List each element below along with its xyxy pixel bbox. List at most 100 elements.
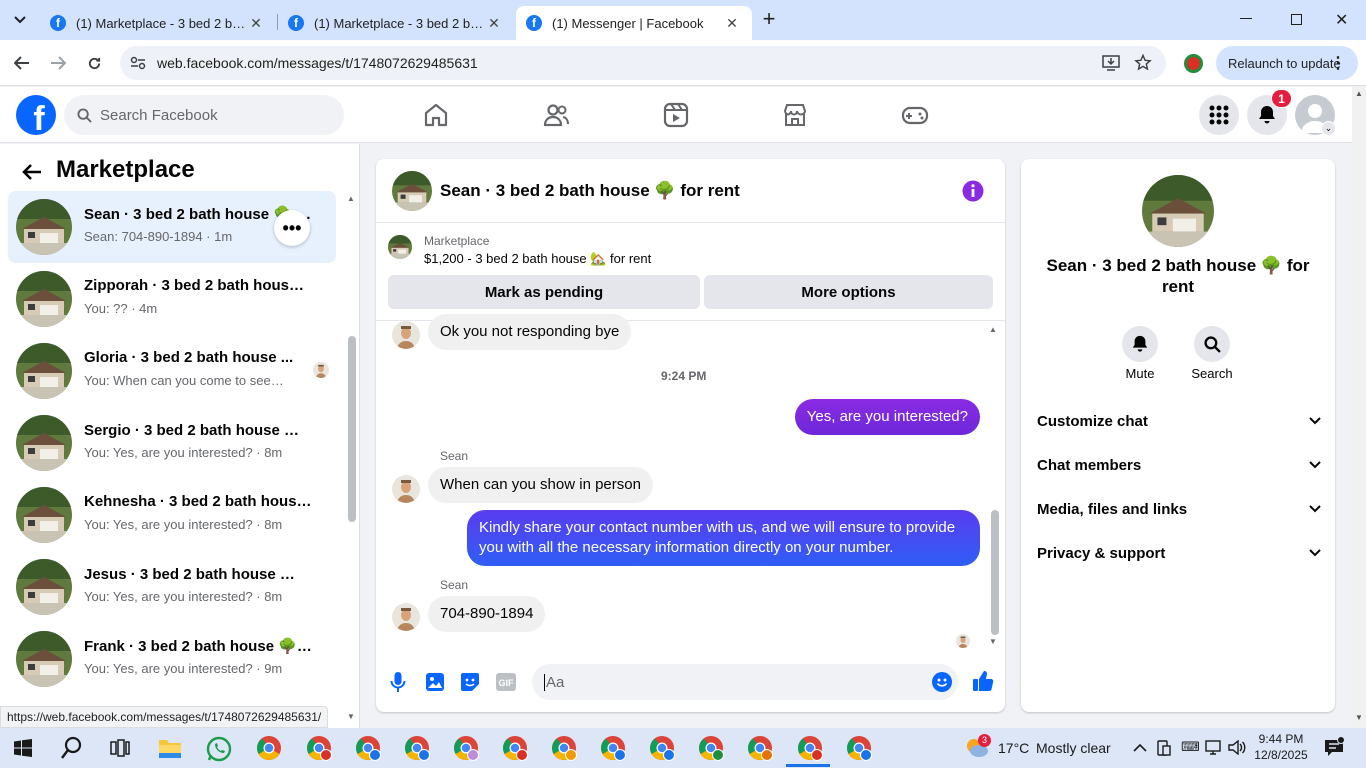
forward-button[interactable] — [45, 50, 71, 76]
sender-avatar[interactable] — [392, 475, 420, 503]
listing-title[interactable]: $1,200 - 3 bed 2 bath house 🏡 for rent — [424, 251, 651, 267]
chrome-profile-icon[interactable] — [845, 734, 873, 762]
conversation-item[interactable]: Zipporah · 3 bed 2 bath house ... You: ??… — [8, 263, 336, 335]
video-icon[interactable] — [662, 101, 690, 129]
chat-title[interactable]: Sean · 3 bed 2 bath house 🌳 for rent — [440, 181, 740, 201]
taskbar-clock[interactable]: 9:44 PM 12/8/2025 — [1252, 731, 1310, 763]
reload-button[interactable] — [81, 50, 107, 76]
chat-members-section[interactable]: Chat members — [1037, 443, 1321, 487]
conversation-item[interactable]: Frank · 3 bed 2 bath house 🌳 fo... You: Y… — [8, 623, 336, 695]
chrome-profile-icon[interactable] — [354, 734, 382, 762]
sticker-icon[interactable] — [460, 672, 480, 692]
tab-search-button[interactable] — [8, 8, 32, 32]
chrome-profile-icon[interactable] — [501, 734, 529, 762]
relaunch-button[interactable]: Relaunch to update ⋮ — [1216, 46, 1358, 80]
chrome-profile-icon[interactable] — [796, 734, 824, 762]
chat-avatar[interactable] — [392, 171, 432, 211]
close-tab-icon[interactable]: ✕ — [484, 15, 504, 32]
close-tab-icon[interactable]: ✕ — [722, 15, 742, 32]
minimize-button[interactable] — [1240, 18, 1252, 19]
phone-link-icon[interactable] — [1157, 740, 1171, 756]
thumbs-up-icon[interactable] — [972, 670, 994, 692]
microphone-icon[interactable] — [390, 672, 406, 692]
chrome-profile-icon[interactable] — [648, 734, 676, 762]
chat-scrollbar[interactable] — [991, 510, 999, 635]
menu-button[interactable] — [1199, 95, 1239, 135]
weather-temperature[interactable]: 17°C — [998, 740, 1029, 756]
browser-tab-active[interactable]: f (1) Messenger | Facebook ✕ — [516, 6, 752, 40]
conversation-item[interactable]: Sergio · 3 bed 2 bath house 🌳 f... You: Y… — [8, 407, 336, 479]
close-tab-icon[interactable]: ✕ — [246, 15, 266, 32]
listing-thumbnail[interactable] — [388, 235, 412, 259]
chevron-up-icon[interactable] — [1133, 743, 1147, 752]
conversation-item[interactable]: Gloria · 3 bed 2 bath house ... You: When… — [8, 335, 336, 407]
mute-button[interactable] — [1122, 326, 1158, 362]
scroll-up-arrow-icon[interactable]: ▲ — [347, 194, 355, 203]
incoming-message[interactable]: Ok you not responding bye — [428, 314, 632, 350]
sidebar-scrollbar[interactable] — [348, 336, 356, 522]
conversation-item[interactable]: Kehnesha · 3 bed 2 bath house ... You: Ye… — [8, 479, 336, 551]
chrome-profile-icon[interactable] — [305, 734, 333, 762]
sender-avatar[interactable] — [392, 603, 420, 631]
browser-tab-1[interactable]: f (1) Marketplace - 3 bed 2 bath ✕ — [40, 6, 276, 40]
chrome-profile-icon[interactable] — [452, 734, 480, 762]
restore-button[interactable] — [1291, 14, 1302, 25]
conversation-options-button[interactable]: ••• — [274, 210, 310, 246]
back-arrow-icon[interactable] — [22, 163, 42, 181]
gaming-icon[interactable] — [901, 101, 929, 129]
privacy-support-section[interactable]: Privacy & support — [1037, 531, 1321, 575]
info-icon[interactable] — [962, 180, 984, 202]
outgoing-message[interactable]: Yes, are you interested? — [794, 399, 980, 435]
whatsapp-icon[interactable] — [206, 736, 232, 762]
chrome-profile-icon[interactable] — [550, 734, 578, 762]
volume-icon[interactable] — [1228, 740, 1246, 755]
chrome-profile-icon[interactable] — [403, 734, 431, 762]
friends-icon[interactable] — [542, 101, 570, 129]
chrome-profile-icon[interactable] — [599, 734, 627, 762]
conversation-item[interactable]: Jesus · 3 bed 2 bath house 🌳 fo... You: Y… — [8, 551, 336, 623]
scroll-down-arrow-icon[interactable]: ▼ — [347, 712, 355, 721]
sender-avatar[interactable] — [392, 321, 420, 349]
facebook-logo-icon[interactable]: f — [16, 95, 56, 135]
gif-icon[interactable]: GIF — [496, 673, 516, 691]
file-explorer-icon[interactable] — [158, 737, 182, 759]
browser-tab-2[interactable]: f (1) Marketplace - 3 bed 2 bath ✕ — [278, 6, 514, 40]
chrome-profile-icon[interactable] — [697, 734, 725, 762]
marketplace-icon[interactable] — [781, 101, 809, 129]
install-app-icon[interactable] — [1102, 55, 1120, 71]
back-button[interactable] — [9, 50, 35, 76]
new-tab-button[interactable]: + — [758, 8, 780, 32]
close-window-button[interactable]: ✕ — [1335, 10, 1348, 30]
chrome-profile-icon[interactable] — [746, 734, 774, 762]
scroll-up-arrow-icon[interactable]: ▲ — [1355, 89, 1363, 98]
customize-chat-section[interactable]: Customize chat — [1037, 399, 1321, 443]
conversation-item[interactable]: Sean · 3 bed 2 bath house 🌳 f... Sean: 70… — [8, 191, 336, 263]
chrome-profile-icon[interactable] — [255, 734, 283, 762]
windows-start-icon[interactable] — [14, 739, 32, 757]
keyboard-language-icon[interactable]: ⌨ — [1181, 739, 1200, 755]
weather-description[interactable]: Mostly clear — [1036, 740, 1111, 756]
incoming-message[interactable]: 704-890-1894 — [428, 596, 546, 632]
message-input[interactable]: Aa — [532, 664, 958, 700]
scroll-down-arrow-icon[interactable]: ▼ — [989, 637, 997, 646]
incoming-message[interactable]: When can you show in person — [428, 467, 653, 503]
search-in-chat-button[interactable] — [1194, 326, 1230, 362]
details-avatar[interactable] — [1142, 175, 1214, 247]
address-bar[interactable]: web.facebook.com/messages/t/174807262948… — [120, 46, 1166, 80]
mark-as-pending-button[interactable]: Mark as pending — [388, 275, 700, 309]
network-icon[interactable] — [1205, 740, 1221, 755]
facebook-search-input[interactable]: Search Facebook — [64, 95, 344, 135]
emoji-icon[interactable] — [932, 672, 952, 692]
scroll-down-arrow-icon[interactable]: ▼ — [1355, 713, 1363, 722]
page-scrollbar[interactable] — [1352, 87, 1366, 728]
account-chevron-icon[interactable]: ⌄ — [1321, 121, 1336, 136]
search-icon[interactable] — [61, 736, 83, 760]
bookmark-star-icon[interactable] — [1134, 54, 1152, 71]
media-files-links-section[interactable]: Media, files and links — [1037, 487, 1321, 531]
home-icon[interactable] — [422, 101, 450, 129]
profile-extension-icon[interactable] — [1184, 54, 1203, 73]
outgoing-message[interactable]: Kindly share your contact number with us… — [467, 510, 980, 566]
more-options-button[interactable]: More options — [704, 275, 993, 309]
site-settings-icon[interactable] — [130, 56, 146, 70]
photo-attach-icon[interactable] — [425, 672, 445, 692]
